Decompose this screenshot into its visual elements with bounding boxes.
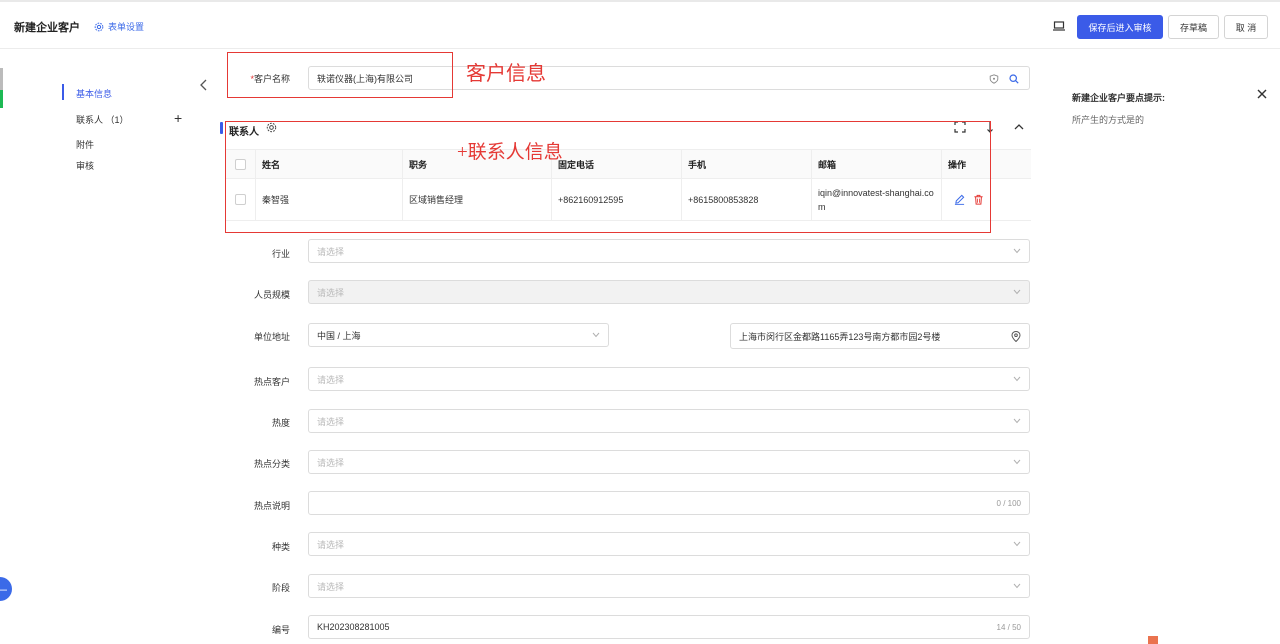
add-contact-icon[interactable]: + bbox=[174, 111, 182, 125]
hot-category-label: 热点分类 bbox=[253, 459, 290, 469]
top-bar: 新建企业客户 表单设置 保存后进入审核 存草稿 取 消 bbox=[0, 0, 1280, 49]
region-select[interactable]: 中国 / 上海 bbox=[308, 323, 609, 347]
address-detail-value: 上海市闵行区金都路1165弄123号南方都市园2号楼 bbox=[739, 331, 941, 342]
close-icon[interactable] bbox=[1257, 89, 1267, 99]
industry-select[interactable]: 请选择 bbox=[308, 239, 1030, 263]
region-value: 中国 / 上海 bbox=[317, 330, 361, 341]
collapse-left-icon[interactable] bbox=[198, 77, 210, 93]
annotation-box-contact-info bbox=[225, 121, 991, 233]
form-settings-label: 表单设置 bbox=[108, 22, 145, 32]
heat-select[interactable]: 请选择 bbox=[308, 409, 1030, 433]
hot-customer-label: 热点客户 bbox=[253, 377, 290, 387]
kind-select[interactable]: 请选择 bbox=[308, 532, 1030, 556]
heat-label: 热度 bbox=[271, 418, 290, 428]
nav-item-contacts[interactable]: 联系人 （1） bbox=[76, 113, 129, 126]
hot-category-placeholder: 请选择 bbox=[317, 457, 345, 468]
hot-category-select[interactable]: 请选择 bbox=[308, 450, 1030, 474]
gear-icon bbox=[94, 22, 104, 31]
hot-desc-label: 热点说明 bbox=[253, 501, 290, 511]
shield-icon[interactable] bbox=[989, 74, 999, 84]
stage-placeholder: 请选择 bbox=[317, 581, 345, 592]
code-value: KH202308281005 bbox=[317, 622, 390, 632]
annotation-box-customer-info bbox=[227, 52, 453, 98]
nav-item-basic-info[interactable]: 基本信息 bbox=[76, 87, 112, 100]
code-label: 编号 bbox=[271, 625, 290, 635]
chevron-down-icon bbox=[592, 332, 600, 338]
chevron-down-icon bbox=[1013, 541, 1021, 547]
chevron-up-icon[interactable] bbox=[1013, 121, 1025, 133]
industry-placeholder: 请选择 bbox=[317, 246, 345, 257]
chevron-down-icon bbox=[1013, 376, 1021, 382]
code-counter: 14 / 50 bbox=[996, 622, 1021, 632]
location-pin-icon[interactable] bbox=[1011, 331, 1021, 342]
chevron-down-icon bbox=[1013, 248, 1021, 254]
minus-icon: — bbox=[0, 582, 7, 596]
code-input[interactable]: KH202308281005 14 / 50 bbox=[308, 615, 1030, 639]
stage-label: 阶段 bbox=[271, 583, 290, 593]
chevron-down-icon bbox=[1013, 289, 1021, 295]
annotation-customer-info: 客户信息 bbox=[466, 63, 546, 85]
address-detail-input[interactable]: 上海市闵行区金都路1165弄123号南方都市园2号楼 bbox=[730, 323, 1030, 349]
monitor-icon[interactable] bbox=[1053, 21, 1065, 31]
search-icon[interactable] bbox=[1009, 74, 1019, 84]
kind-placeholder: 请选择 bbox=[317, 539, 345, 550]
corner-badge-icon bbox=[1148, 636, 1158, 644]
hot-customer-select[interactable]: 请选择 bbox=[308, 367, 1030, 391]
staff-size-placeholder: 请选择 bbox=[317, 287, 345, 298]
kind-label: 种类 bbox=[271, 542, 290, 552]
save-and-review-button[interactable]: 保存后进入审核 bbox=[1077, 15, 1163, 39]
section-nav: 基本信息 联系人 （1） 附件 审核 + bbox=[0, 49, 210, 644]
hot-customer-placeholder: 请选择 bbox=[317, 374, 345, 385]
tips-title: 新建企业客户要点提示: bbox=[1072, 93, 1165, 103]
tips-panel: 新建企业客户要点提示: 所产生的方式是的 bbox=[1050, 49, 1280, 644]
stage-select[interactable]: 请选择 bbox=[308, 574, 1030, 598]
hot-desc-counter: 0 / 100 bbox=[996, 498, 1021, 508]
tips-content: 所产生的方式是的 bbox=[1072, 115, 1145, 125]
side-accent bbox=[0, 68, 3, 108]
address-label: 单位地址 bbox=[253, 332, 290, 342]
hot-desc-input[interactable]: 0 / 100 bbox=[308, 491, 1030, 515]
chevron-down-icon bbox=[1013, 418, 1021, 424]
nav-item-attachments[interactable]: 附件 bbox=[76, 138, 94, 151]
nav-active-indicator bbox=[62, 84, 64, 100]
cancel-button[interactable]: 取 消 bbox=[1224, 15, 1268, 39]
save-draft-button[interactable]: 存草稿 bbox=[1168, 15, 1219, 39]
staff-size-label: 人员规模 bbox=[253, 290, 290, 300]
chevron-down-icon bbox=[1013, 583, 1021, 589]
form-settings-link[interactable]: 表单设置 bbox=[94, 20, 144, 33]
staff-size-select[interactable]: 请选择 bbox=[308, 280, 1030, 304]
annotation-contact-info: +联系人信息 bbox=[457, 142, 563, 163]
chevron-down-icon bbox=[1013, 459, 1021, 465]
nav-item-review[interactable]: 审核 bbox=[76, 159, 94, 172]
contacts-section-indicator bbox=[220, 122, 223, 134]
page-title: 新建企业客户 bbox=[14, 22, 80, 34]
heat-placeholder: 请选择 bbox=[317, 416, 345, 427]
industry-label: 行业 bbox=[271, 249, 290, 259]
